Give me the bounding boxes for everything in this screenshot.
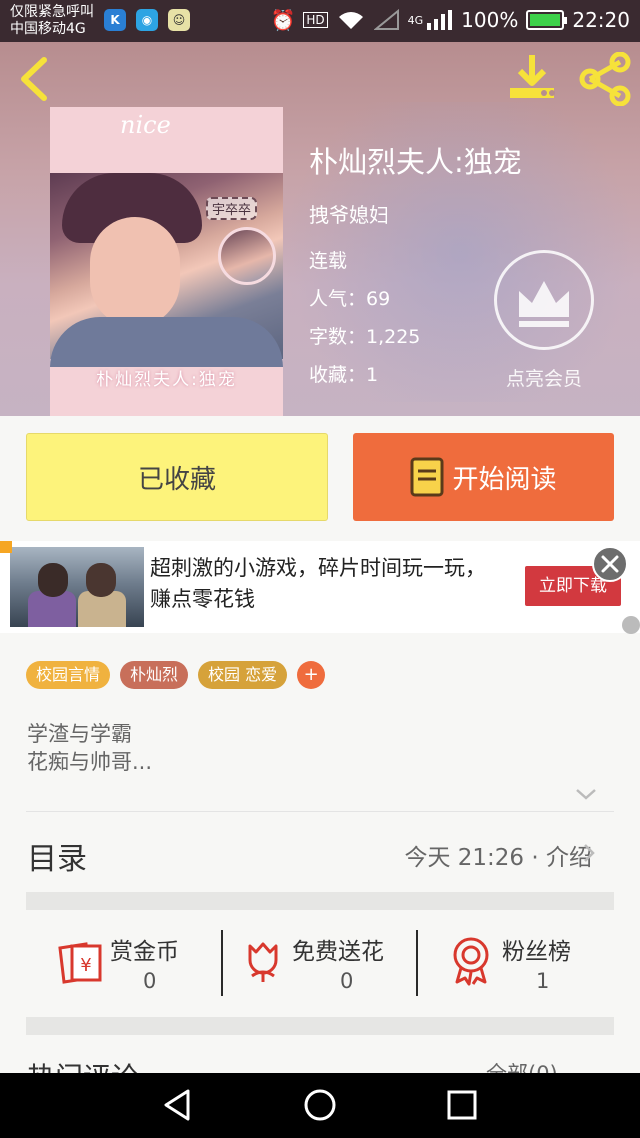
toc-title: 目录 [27, 842, 87, 877]
stat-separator [221, 930, 223, 996]
ad-info-icon[interactable] [622, 616, 640, 634]
section-separator [26, 892, 614, 910]
cover-inset-portrait [218, 227, 276, 285]
cover-hoodie [50, 317, 283, 367]
book-cover[interactable]: nice 宇卒卒 朴灿烈夫人:独宠 [50, 107, 283, 416]
nav-back-icon[interactable] [160, 1087, 196, 1123]
clock: 22:20 [572, 8, 630, 32]
book-intro[interactable]: 学渣与学霸 花痴与帅哥... [27, 720, 152, 776]
intro-line-1: 学渣与学霸 [27, 722, 132, 746]
crown-icon [519, 281, 569, 327]
nav-recents-icon[interactable] [444, 1087, 480, 1123]
start-reading-button[interactable]: 开始阅读 [353, 433, 614, 521]
ad-person-head-1 [38, 563, 68, 597]
battery-percent: 100% [461, 8, 519, 32]
alarm-icon: ⏰ [270, 8, 296, 32]
stat-label: 粉丝榜 [502, 939, 571, 965]
expand-intro-chevron-icon[interactable] [574, 786, 598, 802]
ad-image [10, 547, 144, 627]
chat-notification-icon: ☺ [168, 9, 190, 31]
cover-face [90, 217, 180, 327]
ad-mark-icon [0, 541, 12, 553]
system-nav-bar [0, 1073, 640, 1138]
stat-value: 0 [143, 969, 157, 993]
battery-fill [530, 14, 561, 26]
hd-icon: HD [303, 12, 328, 28]
favorited-label: 已收藏 [137, 464, 216, 495]
battery-icon [526, 10, 568, 30]
stat-label: 免费送花 [292, 939, 384, 965]
carrier-line-1: 仅限紧急呼叫 [10, 4, 94, 20]
carrier-line-2: 中国移动4G [10, 21, 86, 37]
stat-value: 0 [340, 969, 354, 993]
svg-text:¥: ¥ [80, 955, 91, 976]
back-button[interactable] [14, 54, 54, 104]
cover-nice-text: nice [120, 111, 171, 139]
ad-person-head-2 [86, 563, 116, 597]
tag-park-chanyeol[interactable]: 朴灿烈 [120, 661, 189, 689]
cover-title: 朴灿烈夫人:独宠 [96, 370, 237, 390]
tag-campus-love[interactable]: 校园 恋爱 [198, 661, 288, 689]
book-author[interactable]: 拽爷媳妇 [309, 199, 389, 228]
start-reading-label: 开始阅读 [452, 464, 557, 495]
section-separator [26, 1017, 614, 1035]
tag-campus-romance[interactable]: 校园言情 [26, 661, 111, 689]
intro-line-2: 花痴与帅哥... [27, 750, 153, 774]
cover-sign: 宇卒卒 [206, 197, 258, 220]
book-header: nice 宇卒卒 朴灿烈夫人:独宠 朴灿烈夫人:独宠 拽爷媳妇 连载 人气：69… [0, 42, 640, 416]
favorited-button[interactable]: 已收藏 [26, 433, 328, 521]
stat-value: 1 [536, 969, 550, 993]
nav-home-icon[interactable] [302, 1087, 338, 1123]
flower-icon [248, 942, 278, 982]
network-type: 4G [407, 13, 424, 27]
location-notification-icon: ◉ [136, 9, 158, 31]
share-button[interactable] [578, 52, 632, 106]
carrier-info: 仅限紧急呼叫 中国移动4G [10, 4, 94, 38]
divider [26, 811, 614, 812]
book-status: 连载 [309, 250, 348, 272]
signal-empty-icon [373, 9, 399, 30]
chevron-right-icon [584, 844, 595, 862]
wifi-icon [338, 12, 363, 29]
ad-text: 超刺激的小游戏，碎片时间玩一玩，赚点零花钱 [150, 556, 486, 611]
vip-button[interactable] [494, 250, 594, 350]
status-bar: 仅限紧急呼叫 中国移动4G K ◉ ☺ ⏰ HD 4G 100% 22:20 [0, 0, 640, 42]
signal-icon [427, 10, 453, 30]
download-button[interactable] [506, 52, 558, 102]
ad-banner[interactable]: 超刺激的小游戏，碎片时间玩一玩，赚点零花钱 立即下载 [0, 541, 640, 633]
stat-separator [416, 930, 418, 996]
tag-list: 校园言情 朴灿烈 校园 恋爱 + [26, 661, 326, 689]
book-favorites: 收藏：1 [309, 364, 379, 386]
app-notification-icon: K [104, 9, 126, 31]
toc-meta: 今天 21:26 · 介绍 [404, 845, 592, 871]
stat-label: 赏金币 [110, 939, 179, 965]
close-icon [601, 555, 619, 573]
red-envelope-yen-icon: ¥ [58, 942, 102, 984]
book-word-count: 字数：1,225 [309, 326, 421, 348]
book-title: 朴灿烈夫人:独宠 [309, 145, 522, 179]
ad-close-button[interactable] [592, 546, 628, 582]
vip-label: 点亮会员 [505, 368, 582, 390]
book-icon [410, 457, 444, 497]
medal-icon [453, 937, 489, 986]
add-tag-button[interactable]: + [297, 661, 326, 689]
book-popularity: 人气：69 [309, 288, 391, 310]
